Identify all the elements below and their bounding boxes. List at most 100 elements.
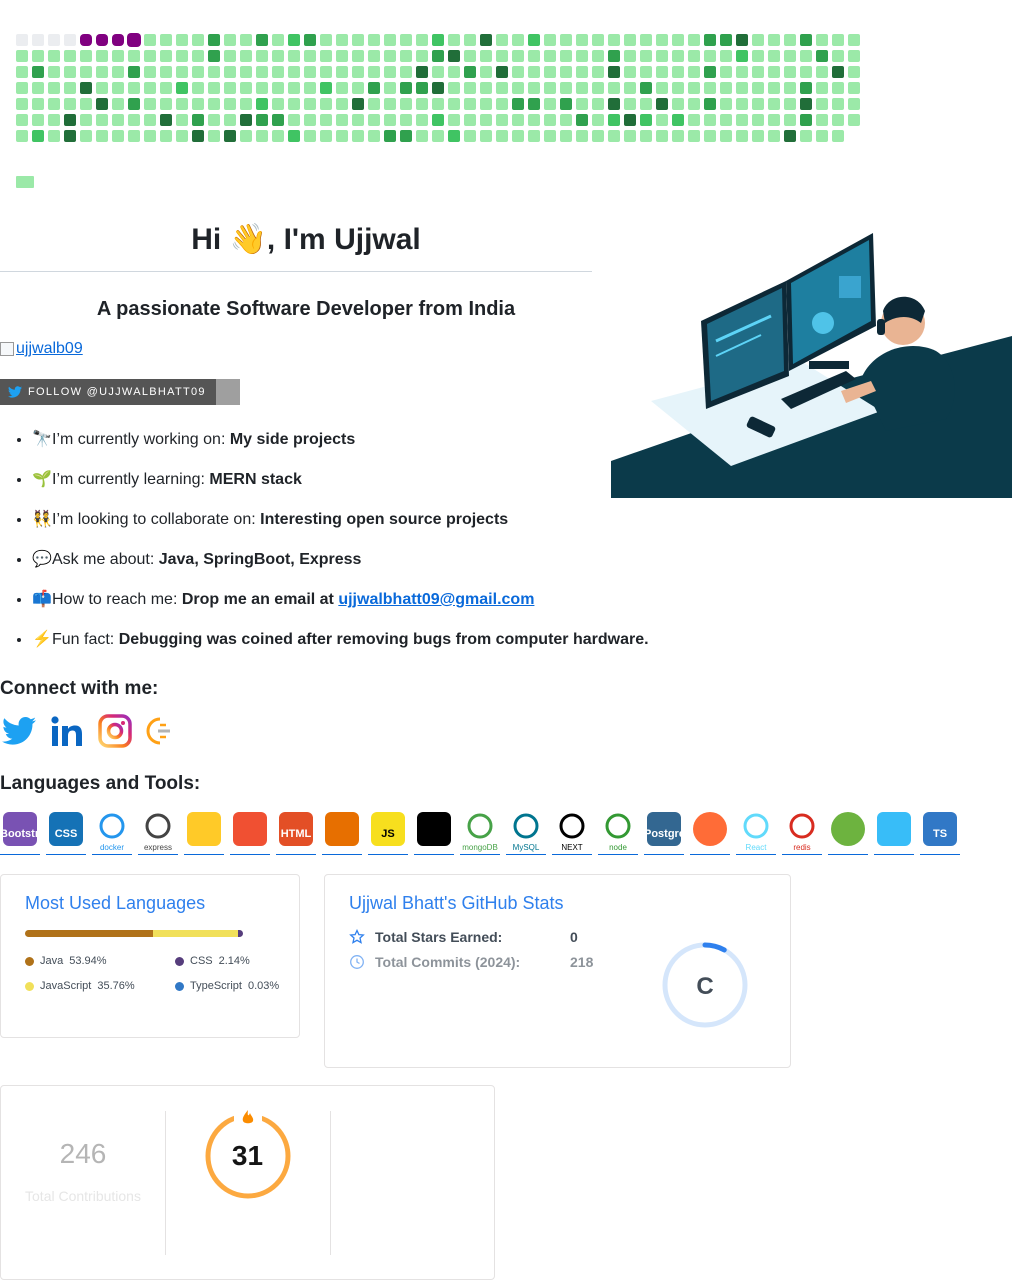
profile-views-link[interactable]: ujjwalb09 bbox=[0, 340, 83, 358]
postman-icon[interactable] bbox=[690, 810, 730, 855]
git-icon[interactable] bbox=[230, 810, 270, 855]
css3-icon[interactable]: CSS bbox=[46, 810, 86, 855]
contribution-cell bbox=[304, 82, 316, 94]
java-icon[interactable] bbox=[322, 810, 362, 855]
contribution-cell bbox=[480, 66, 492, 78]
contribution-cell bbox=[576, 98, 588, 110]
html5-icon[interactable]: HTML bbox=[276, 810, 316, 855]
express-icon[interactable]: express bbox=[138, 810, 178, 855]
nextjs-icon[interactable]: NEXT bbox=[552, 810, 592, 855]
contribution-cell bbox=[544, 66, 556, 78]
contribution-cell bbox=[832, 34, 844, 46]
typescript-icon[interactable]: TS bbox=[920, 810, 960, 855]
contribution-cell bbox=[480, 82, 492, 94]
contribution-cell bbox=[128, 130, 140, 142]
mongodb-icon[interactable]: mongoDB bbox=[460, 810, 500, 855]
contribution-cell bbox=[240, 66, 252, 78]
contribution-cell bbox=[672, 34, 684, 46]
contribution-cell bbox=[128, 50, 140, 62]
contribution-cell bbox=[640, 82, 652, 94]
contribution-cell bbox=[704, 82, 716, 94]
contribution-cell bbox=[624, 66, 636, 78]
contribution-cell bbox=[288, 82, 300, 94]
contribution-cell bbox=[800, 130, 812, 142]
bootstrap-icon[interactable]: Bootstrap bbox=[0, 810, 52, 855]
contribution-cell bbox=[416, 50, 428, 62]
contribution-cell bbox=[832, 130, 844, 142]
total-contributions-value: 246 bbox=[59, 1138, 107, 1169]
github-stats-card: Ujjwal Bhatt's GitHub Stats Total Stars … bbox=[324, 874, 791, 1068]
contribution-cell bbox=[320, 130, 332, 142]
twitter-icon[interactable] bbox=[2, 714, 36, 748]
email-link[interactable]: ujjwalbhatt09@gmail.com bbox=[338, 591, 534, 608]
fact-label: Ask me about: bbox=[52, 551, 159, 568]
legend-label: CSS bbox=[190, 955, 213, 967]
contribution-cell bbox=[768, 130, 780, 142]
contribution-cell bbox=[576, 114, 588, 126]
mysql-icon[interactable]: MySQL bbox=[506, 810, 546, 855]
contribution-cell bbox=[784, 82, 796, 94]
contribution-cell bbox=[304, 50, 316, 62]
nodejs-icon[interactable]: node bbox=[598, 810, 638, 855]
contribution-cell bbox=[448, 82, 460, 94]
tool-label: React bbox=[745, 843, 767, 852]
spring-icon[interactable] bbox=[828, 810, 868, 855]
contribution-cell bbox=[528, 114, 540, 126]
redis-icon[interactable]: redis bbox=[782, 810, 822, 855]
contribution-cell bbox=[832, 114, 844, 126]
contribution-cell bbox=[272, 50, 284, 62]
contribution-cell bbox=[224, 114, 236, 126]
contribution-cell bbox=[64, 50, 76, 62]
contribution-cell bbox=[256, 114, 268, 126]
top-languages-card: Most Used Languages Java 53.94% JavaScri… bbox=[0, 874, 300, 1038]
contribution-cell bbox=[496, 50, 508, 62]
contribution-cell bbox=[224, 50, 236, 62]
contribution-cell bbox=[48, 82, 60, 94]
javascript-icon[interactable]: JS bbox=[368, 810, 408, 855]
contribution-cell bbox=[592, 34, 604, 46]
contribution-cell bbox=[192, 114, 204, 126]
tools-heading: Languages and Tools: bbox=[0, 773, 201, 794]
firebase-icon[interactable] bbox=[184, 810, 224, 855]
tool-label: CSS bbox=[54, 828, 78, 840]
docker-icon[interactable]: docker bbox=[92, 810, 132, 855]
contribution-cell bbox=[816, 82, 828, 94]
linkedin-icon[interactable] bbox=[50, 714, 84, 748]
contribution-cell bbox=[400, 82, 412, 94]
stat-value: 218 bbox=[570, 954, 594, 970]
contribution-cell bbox=[848, 50, 860, 62]
contribution-cell bbox=[192, 130, 204, 142]
postgresql-icon[interactable]: PostgreSQL bbox=[644, 810, 708, 855]
contribution-cell bbox=[224, 66, 236, 78]
contribution-cell bbox=[688, 130, 700, 142]
contribution-cell bbox=[832, 82, 844, 94]
contribution-cell bbox=[400, 66, 412, 78]
instagram-icon[interactable] bbox=[98, 714, 132, 748]
hackerrank-icon[interactable] bbox=[146, 714, 180, 748]
contribution-cell bbox=[64, 98, 76, 110]
legend-dot bbox=[175, 981, 184, 991]
contribution-cell bbox=[688, 66, 700, 78]
contribution-cell bbox=[224, 98, 236, 110]
contribution-cell bbox=[784, 114, 796, 126]
legend-percent: 35.76% bbox=[97, 980, 135, 992]
contribution-cell bbox=[144, 66, 156, 78]
tool-label: redis bbox=[793, 843, 811, 852]
total-contributions-label: Total Contributions bbox=[25, 1188, 141, 1204]
rank-circle: C bbox=[662, 942, 748, 1028]
tailwind-icon[interactable] bbox=[874, 810, 914, 855]
contribution-cell bbox=[432, 50, 444, 62]
contribution-cell bbox=[192, 82, 204, 94]
contribution-cell bbox=[624, 114, 636, 126]
contribution-cell bbox=[544, 82, 556, 94]
contribution-cell bbox=[80, 98, 92, 110]
contribution-cell bbox=[512, 66, 524, 78]
twitter-follow-badge[interactable]: FOLLOW @UJJWALBHATT09 bbox=[0, 379, 240, 405]
linux-icon[interactable] bbox=[414, 810, 454, 855]
contribution-cell bbox=[656, 114, 668, 126]
contribution-cell bbox=[160, 130, 172, 142]
contribution-cell bbox=[688, 98, 700, 110]
contribution-cell bbox=[400, 98, 412, 110]
react-icon[interactable]: React bbox=[736, 810, 776, 855]
list-item: 💬Ask me about: Java, SpringBoot, Express bbox=[32, 540, 752, 580]
